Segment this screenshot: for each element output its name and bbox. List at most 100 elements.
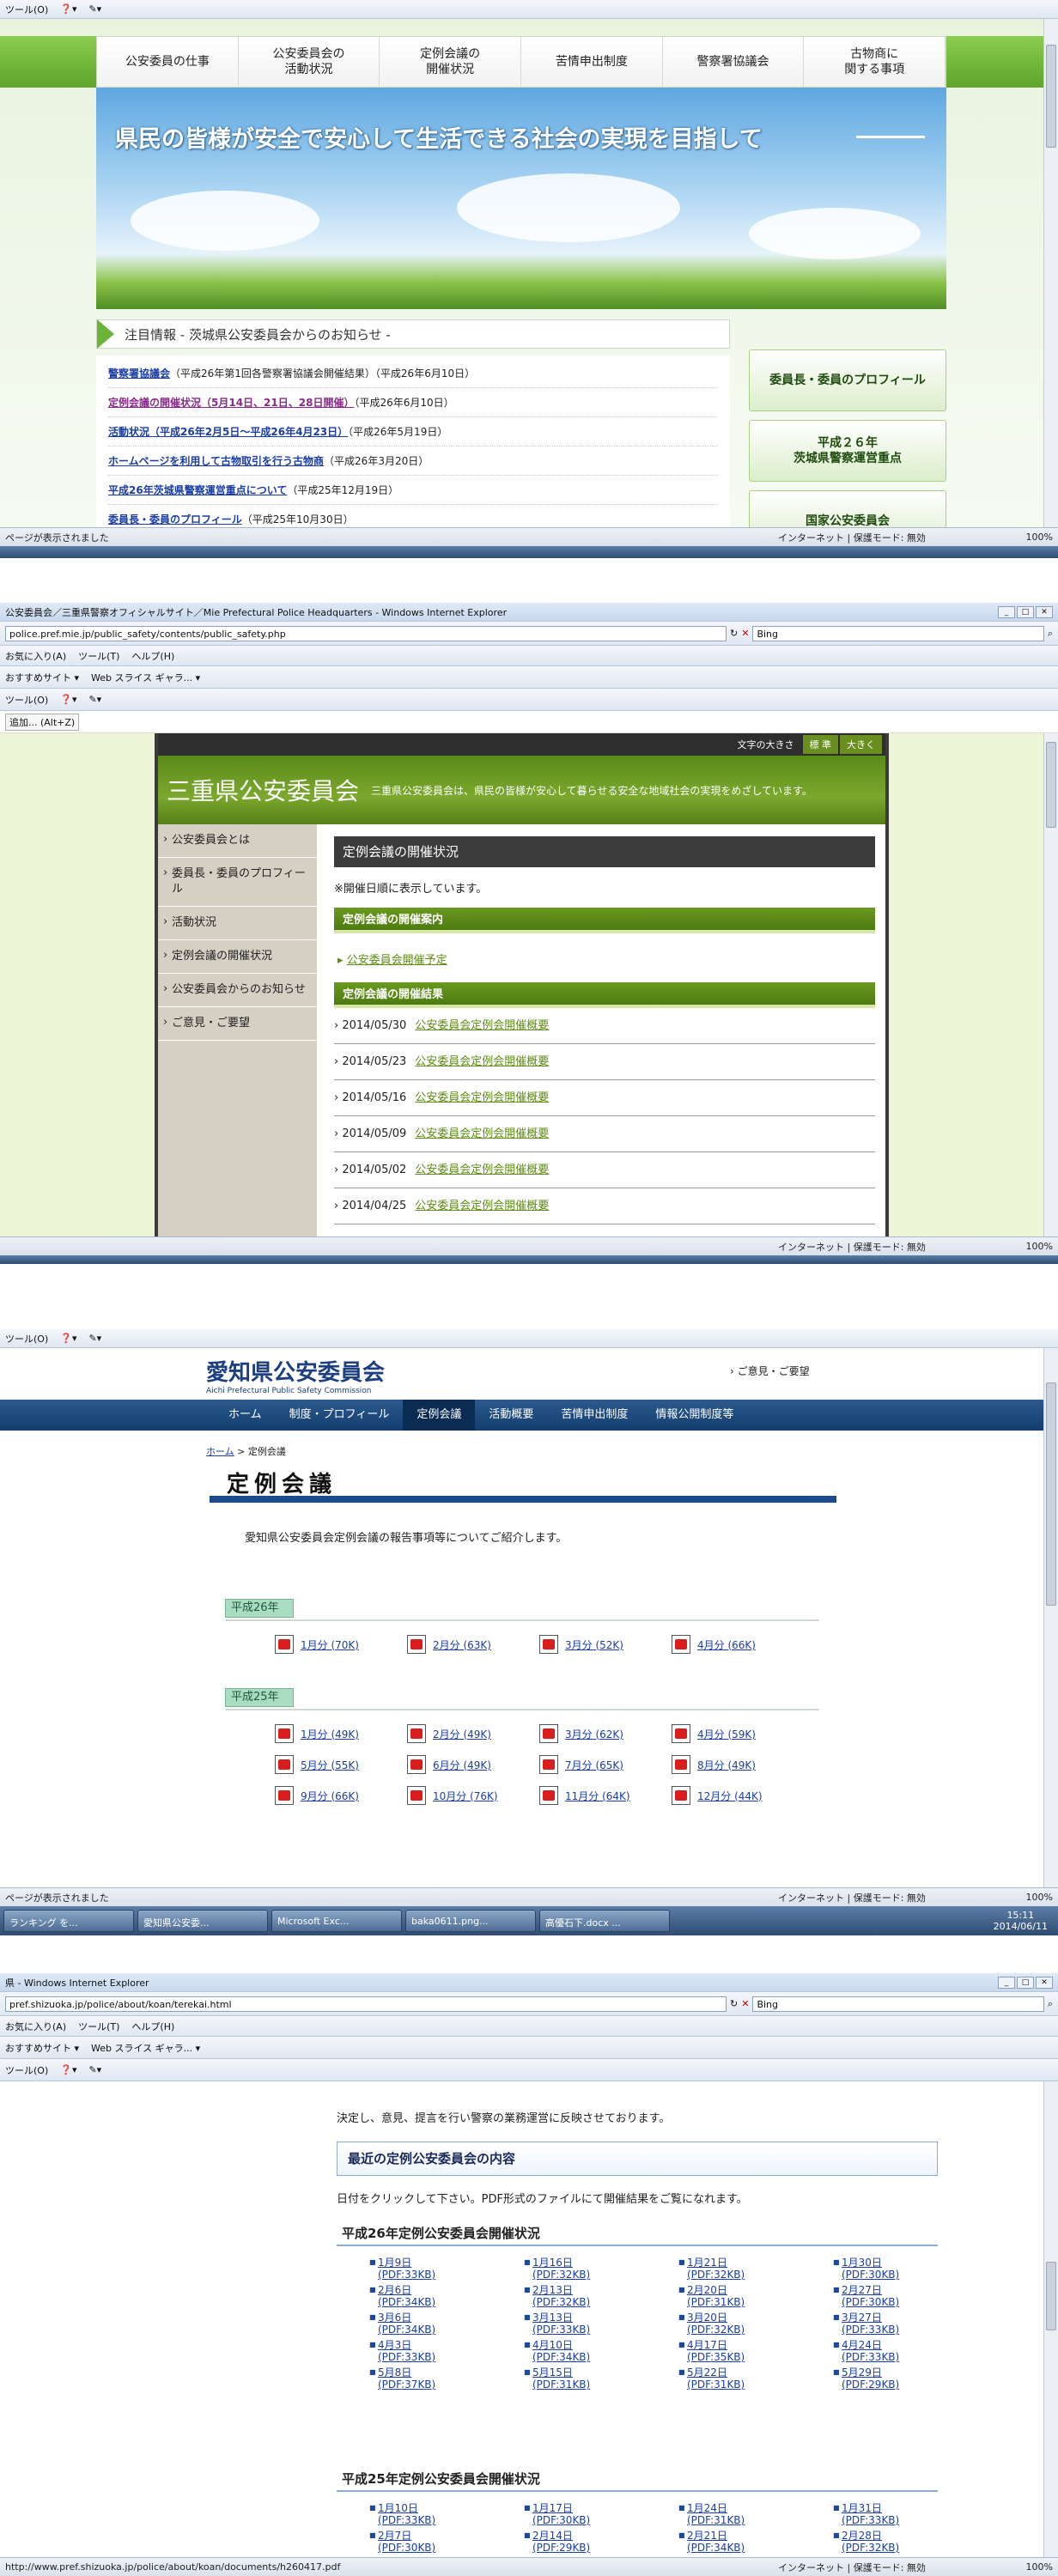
result-link[interactable]: 公安委員会定例会開催概要 <box>415 1163 549 1176</box>
pdf-link[interactable]: 9月分 (66K) <box>301 1789 359 1803</box>
stop-icon[interactable]: ✕ <box>741 628 749 639</box>
minimize-button[interactable]: _ <box>998 1976 1015 1989</box>
pdf-file-item[interactable]: 11月分 (64K) <box>539 1786 672 1805</box>
taskbar-button[interactable]: 愛知県公安委... <box>137 1910 268 1932</box>
research-icon[interactable]: ✎▾ <box>88 1333 101 1344</box>
nav-item[interactable]: 公安委員会の 活動状況 <box>239 37 380 87</box>
address-bar[interactable]: police.pref.mie.jp/public_safety/content… <box>5 625 727 641</box>
nav-item[interactable]: 公安委員の仕事 <box>97 37 239 87</box>
scroll-thumb[interactable] <box>1046 742 1056 828</box>
schedule-link[interactable]: 公安委員会開催予定 <box>347 954 447 967</box>
refresh-icon[interactable]: ↻ <box>730 1998 738 2009</box>
pdf-file-item[interactable]: 2月分 (49K) <box>407 1724 539 1743</box>
meeting-date-link[interactable]: 2月7日 <box>378 2530 524 2542</box>
close-button[interactable]: ✕ <box>1036 605 1053 618</box>
meeting-date-link[interactable]: 3月13日 <box>532 2312 678 2324</box>
scroll-thumb[interactable] <box>1046 45 1056 148</box>
meeting-size[interactable]: (PDF:33KB) <box>378 2269 524 2281</box>
pdf-file-item[interactable]: 12月分 (44K) <box>672 1786 804 1805</box>
maximize-button[interactable]: □ <box>1017 605 1034 618</box>
meeting-size[interactable]: (PDF:33KB) <box>842 2324 988 2336</box>
vertical-scrollbar[interactable] <box>1043 1348 1058 1887</box>
help-icon[interactable]: ❓▾ <box>60 3 76 15</box>
pdf-link[interactable]: 6月分 (49K) <box>433 1758 491 1772</box>
meeting-date-link[interactable]: 3月6日 <box>378 2312 524 2324</box>
meeting-size[interactable]: (PDF:31KB) <box>687 2514 833 2526</box>
menu-item[interactable]: ヘルプ(H) <box>131 649 174 663</box>
tools-menu[interactable]: ツール(O) <box>5 3 48 16</box>
pdf-link[interactable]: 4月分 (59K) <box>697 1727 756 1741</box>
result-link[interactable]: 公安委員会定例会開催概要 <box>415 1055 549 1068</box>
tools-menu[interactable]: ツール(O) <box>5 1332 48 1346</box>
nav-item[interactable]: 定例会議の 開催状況 <box>380 37 522 87</box>
meeting-size[interactable]: (PDF:33KB) <box>532 2324 678 2336</box>
contact-link[interactable]: › ご意見・ご要望 <box>730 1364 810 1378</box>
pdf-link[interactable]: 4月分 (66K) <box>697 1637 756 1652</box>
meeting-size[interactable]: (PDF:32KB) <box>687 2269 833 2281</box>
meeting-date-link[interactable]: 4月10日 <box>532 2339 678 2351</box>
meeting-size[interactable]: (PDF:32KB) <box>842 2542 988 2554</box>
vertical-scrollbar[interactable] <box>1043 2081 1058 2557</box>
favorites-item[interactable]: おすすめサイト ▾ <box>5 2041 79 2055</box>
zoom-level[interactable]: 100% <box>984 532 1053 543</box>
taskbar-button[interactable]: 高優石下.docx ... <box>539 1910 670 1932</box>
research-icon[interactable]: ✎▾ <box>88 694 101 705</box>
security-zone[interactable]: インターネット | 保護モード: 無効 <box>778 1891 984 1905</box>
security-zone[interactable]: インターネット | 保護モード: 無効 <box>778 1240 984 1254</box>
menu-item[interactable]: お気に入り(A) <box>5 649 66 663</box>
maximize-button[interactable]: □ <box>1017 1976 1034 1989</box>
meeting-date-link[interactable]: 1月30日 <box>842 2257 988 2269</box>
meeting-size[interactable]: (PDF:34KB) <box>687 2542 833 2554</box>
meeting-date-link[interactable]: 1月21日 <box>687 2257 833 2269</box>
result-link[interactable]: 公安委員会定例会開催概要 <box>415 1200 549 1212</box>
side-banner[interactable]: 委員長・委員のプロフィール <box>749 349 946 411</box>
pdf-file-item[interactable]: 8月分 (49K) <box>672 1755 804 1774</box>
meeting-date-link[interactable]: 1月31日 <box>842 2502 988 2514</box>
meeting-date-link[interactable]: 5月22日 <box>687 2366 833 2379</box>
pdf-link[interactable]: 5月分 (55K) <box>301 1758 359 1772</box>
meeting-size[interactable]: (PDF:32KB) <box>532 2296 678 2308</box>
meeting-size[interactable]: (PDF:30KB) <box>842 2296 988 2308</box>
notice-link[interactable]: 警察署協議会 <box>108 368 170 380</box>
site-title[interactable]: 三重県公安委員会 <box>167 773 359 807</box>
meeting-date-link[interactable]: 1月9日 <box>378 2257 524 2269</box>
favorites-item[interactable]: Web スライス ギャラ... ▾ <box>91 2041 200 2055</box>
help-icon[interactable]: ❓▾ <box>60 2064 76 2075</box>
menu-item[interactable]: ツール(T) <box>78 649 119 663</box>
meeting-date-link[interactable]: 4月3日 <box>378 2339 524 2351</box>
notice-link[interactable]: 活動状況（平成26年2月5日～平成26年4月23日） <box>108 426 348 438</box>
refresh-icon[interactable]: ↻ <box>730 628 738 639</box>
pdf-file-item[interactable]: 7月分 (65K) <box>539 1755 672 1774</box>
nav-item[interactable]: 定例会議 <box>403 1400 476 1431</box>
favorites-item[interactable]: Web スライス ギャラ... ▾ <box>91 671 200 684</box>
meeting-size[interactable]: (PDF:35KB) <box>687 2351 833 2363</box>
addon-search[interactable]: 追加... (Alt+Z) <box>5 713 80 731</box>
meeting-date-link[interactable]: 5月15日 <box>532 2366 678 2379</box>
meeting-date-link[interactable]: 2月14日 <box>532 2530 678 2542</box>
meeting-size[interactable]: (PDF:32KB) <box>687 2324 833 2336</box>
meeting-size[interactable]: (PDF:33KB) <box>842 2351 988 2363</box>
notice-link[interactable]: ホームページを利用して古物取引を行う古物商 <box>108 455 324 467</box>
search-box[interactable]: Bing <box>752 625 1044 641</box>
pdf-link[interactable]: 1月分 (70K) <box>301 1637 359 1652</box>
meeting-size[interactable]: (PDF:31KB) <box>532 2379 678 2391</box>
pdf-file-item[interactable]: 3月分 (52K) <box>539 1635 672 1654</box>
tools-menu[interactable]: ツール(O) <box>5 2063 48 2077</box>
meeting-date-link[interactable]: 1月10日 <box>378 2502 524 2514</box>
breadcrumb-home[interactable]: ホーム <box>206 1446 234 1457</box>
pdf-link[interactable]: 3月分 (52K) <box>565 1637 623 1652</box>
scroll-thumb[interactable] <box>1046 1382 1056 1606</box>
pdf-link[interactable]: 3月分 (62K) <box>565 1727 623 1741</box>
meeting-date-link[interactable]: 4月24日 <box>842 2339 988 2351</box>
meeting-date-link[interactable]: 5月29日 <box>842 2366 988 2379</box>
vertical-scrollbar[interactable] <box>1043 19 1058 527</box>
meeting-date-link[interactable]: 2月27日 <box>842 2284 988 2296</box>
left-menu-item[interactable]: 委員長・委員のプロフィール <box>158 858 317 907</box>
security-zone[interactable]: インターネット | 保護モード: 無効 <box>778 2561 984 2574</box>
notice-link[interactable]: 委員長・委員のプロフィール <box>108 513 242 526</box>
meeting-size[interactable]: (PDF:29KB) <box>842 2379 988 2391</box>
pdf-link[interactable]: 11月分 (64K) <box>565 1789 630 1803</box>
pdf-link[interactable]: 7月分 (65K) <box>565 1758 623 1772</box>
pdf-link[interactable]: 2月分 (63K) <box>433 1637 491 1652</box>
menu-item[interactable]: ツール(T) <box>78 2020 119 2033</box>
